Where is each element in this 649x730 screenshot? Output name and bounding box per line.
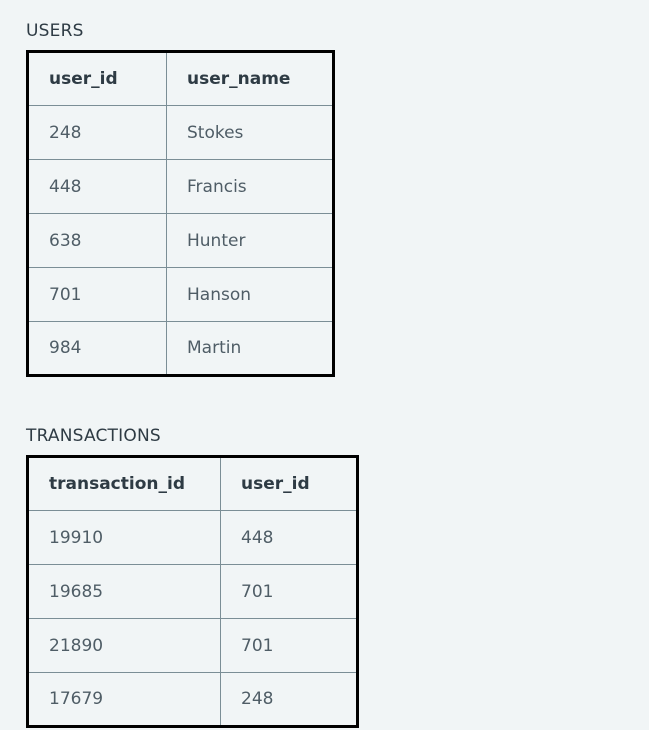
table-row: 248 Stokes (27, 105, 334, 160)
cell-transaction-id: 21890 (27, 618, 221, 673)
users-table-block: USERS user_id user_name 248 Stokes 448 F… (26, 20, 649, 377)
column-header-transaction-id: transaction_id (27, 456, 221, 511)
table-row: 17679 248 (27, 672, 358, 727)
table-row: 19685 701 (27, 564, 358, 619)
table-row: 701 Hanson (27, 267, 334, 322)
table-row: 448 Francis (27, 159, 334, 214)
column-header-user-id: user_id (27, 51, 167, 106)
cell-user-id: 701 (220, 618, 358, 673)
cell-user-id: 248 (27, 105, 167, 160)
cell-user-id: 701 (27, 267, 167, 322)
cell-user-id: 448 (220, 510, 358, 565)
table-row: 21890 701 (27, 618, 358, 673)
transactions-table: transaction_id user_id 19910 448 19685 7… (26, 455, 359, 728)
cell-user-name: Stokes (166, 105, 334, 160)
table-row: 638 Hunter (27, 213, 334, 268)
transactions-table-caption: TRANSACTIONS (26, 426, 161, 446)
table-row: 984 Martin (27, 321, 334, 376)
users-table-caption: USERS (26, 21, 84, 41)
cell-user-id: 448 (27, 159, 167, 214)
cell-user-name: Martin (166, 321, 334, 376)
table-row: 19910 448 (27, 510, 358, 565)
cell-user-name: Hanson (166, 267, 334, 322)
cell-user-name: Francis (166, 159, 334, 214)
cell-user-id: 248 (220, 672, 358, 727)
table-header-row: user_id user_name (27, 51, 334, 106)
users-table: user_id user_name 248 Stokes 448 Francis… (26, 50, 335, 377)
document-page: USERS user_id user_name 248 Stokes 448 F… (0, 0, 649, 730)
cell-user-id: 984 (27, 321, 167, 376)
cell-transaction-id: 19910 (27, 510, 221, 565)
cell-user-name: Hunter (166, 213, 334, 268)
cell-transaction-id: 19685 (27, 564, 221, 619)
transactions-table-block: TRANSACTIONS transaction_id user_id 1991… (26, 425, 649, 728)
cell-user-id: 638 (27, 213, 167, 268)
cell-user-id: 701 (220, 564, 358, 619)
column-header-user-id: user_id (220, 456, 358, 511)
column-header-user-name: user_name (166, 51, 334, 106)
cell-transaction-id: 17679 (27, 672, 221, 727)
table-header-row: transaction_id user_id (27, 456, 358, 511)
